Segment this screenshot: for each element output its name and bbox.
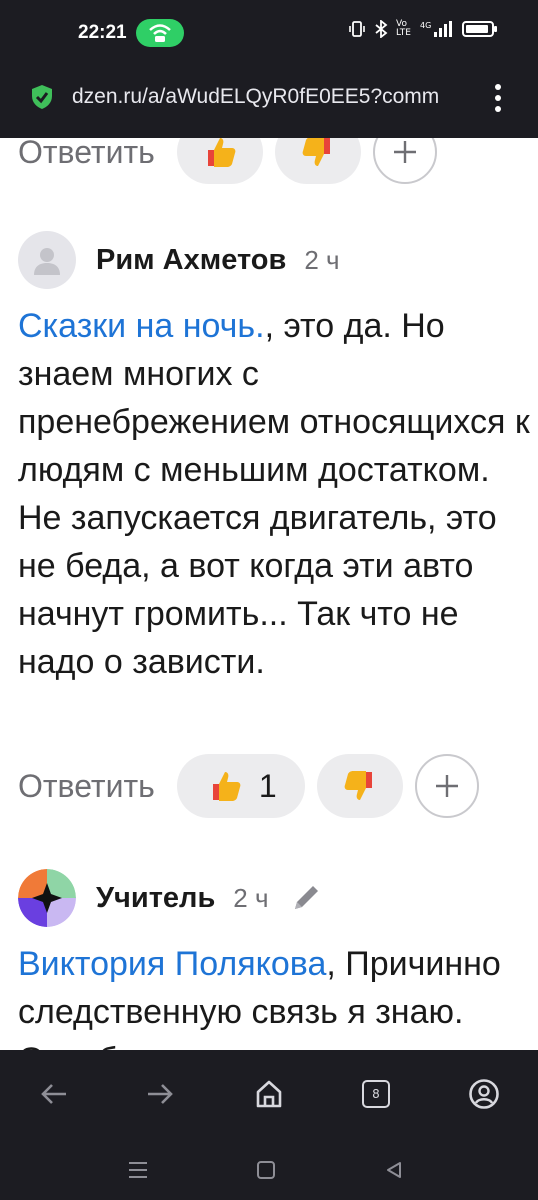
home-button[interactable]	[247, 1072, 291, 1116]
system-back-button[interactable]	[380, 1156, 408, 1184]
profile-button[interactable]	[462, 1072, 506, 1116]
comment-header: Учитель 2 ч	[18, 868, 530, 928]
plus-icon	[435, 775, 458, 797]
bluetooth-icon	[375, 20, 388, 38]
forward-icon	[148, 1084, 173, 1104]
comment: Учитель 2 ч Виктория Полякова, Причинно …	[18, 868, 530, 1050]
thumbs-down-icon	[302, 138, 330, 166]
add-reaction-button[interactable]	[414, 754, 479, 818]
square-icon	[257, 1161, 275, 1179]
like-count: 1	[258, 767, 277, 804]
plus-icon	[393, 141, 416, 163]
like-button[interactable]	[176, 138, 263, 184]
tab-count: 8	[372, 1087, 380, 1101]
comment-header: Рим Ахметов 2 ч	[18, 230, 530, 290]
thumbs-up-icon	[212, 772, 241, 801]
reply-button[interactable]: Ответить	[18, 138, 155, 171]
back-icon	[41, 1084, 66, 1104]
comment-actions: Ответить 1	[18, 754, 479, 818]
thumbs-up-icon	[207, 138, 236, 167]
svg-text:4G: 4G	[420, 21, 431, 30]
triangle-back-icon	[387, 1162, 401, 1178]
menu-icon	[129, 1162, 147, 1178]
avatar[interactable]	[18, 231, 76, 289]
shield-check-icon	[32, 85, 52, 109]
browser-top-bar: 22:21 Vo LTE 4G dzen.ru/a/aWudELQyR0fE0E…	[0, 0, 538, 138]
mention-link[interactable]: Сказки на ночь.	[18, 307, 265, 345]
browser-nav-bar: 8	[0, 1050, 538, 1138]
status-time: 22:21	[78, 22, 127, 43]
avatar[interactable]	[18, 869, 76, 927]
url-bar[interactable]: dzen.ru/a/aWudELQyR0fE0EE5?comm	[0, 74, 538, 122]
comment: Рим Ахметов 2 ч Сказки на ночь., это да.…	[18, 230, 530, 686]
more-vert-icon[interactable]	[488, 82, 508, 114]
url-text[interactable]: dzen.ru/a/aWudELQyR0fE0EE5?comm	[72, 85, 476, 109]
dislike-button[interactable]	[274, 138, 361, 184]
comment-actions: Ответить	[18, 138, 437, 184]
volte-label: Vo LTE	[396, 19, 411, 38]
wifi-hotspot-icon	[136, 19, 184, 47]
comment-time: 2 ч	[233, 882, 269, 913]
comment-text: Сказки на ночь., это да. Но знаем многих…	[18, 302, 538, 686]
comment-text: Виктория Полякова, Причинно следственную…	[18, 940, 530, 1050]
tabs-icon: 8	[362, 1080, 390, 1108]
like-button[interactable]: 1	[176, 754, 305, 818]
tabs-button[interactable]: 8	[354, 1072, 398, 1116]
forward-button[interactable]	[138, 1072, 182, 1116]
profile-icon	[469, 1079, 499, 1109]
battery-icon	[462, 21, 497, 37]
home-icon	[256, 1080, 282, 1108]
status-icons: Vo LTE 4G	[348, 19, 497, 38]
reply-button[interactable]: Ответить	[18, 768, 155, 805]
add-reaction-button[interactable]	[372, 138, 437, 184]
recents-button[interactable]	[124, 1156, 152, 1184]
pencil-icon	[294, 886, 318, 909]
thumbs-down-icon	[344, 771, 372, 800]
comments-feed: Ответить Рим Ахметов 2 ч Сказки на ночь.…	[0, 138, 538, 1050]
mention-link[interactable]: Виктория Полякова	[18, 945, 326, 983]
signal-icon: 4G	[420, 21, 452, 37]
system-nav-bar	[0, 1138, 538, 1200]
avatar-image	[18, 869, 76, 927]
comment-time: 2 ч	[304, 244, 340, 275]
vibrate-icon	[349, 21, 365, 37]
dislike-button[interactable]	[316, 754, 403, 818]
back-button[interactable]	[32, 1072, 76, 1116]
home-gesture-button[interactable]	[252, 1156, 280, 1184]
comment-body: , это да. Но знаем многих с пренебрежени…	[18, 307, 530, 681]
comment-author[interactable]: Рим Ахметов	[96, 244, 286, 277]
status-bar: 22:21 Vo LTE 4G	[0, 0, 538, 70]
comment-author[interactable]: Учитель	[96, 882, 215, 915]
user-placeholder-icon	[34, 248, 60, 275]
